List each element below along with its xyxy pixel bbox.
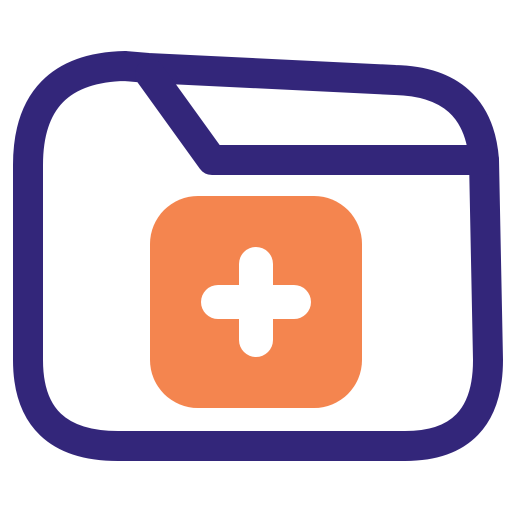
medical-folder-icon bbox=[13, 51, 503, 461]
medical-folder-icon-canvas bbox=[0, 0, 512, 512]
plus-icon-horizontal bbox=[201, 285, 311, 319]
